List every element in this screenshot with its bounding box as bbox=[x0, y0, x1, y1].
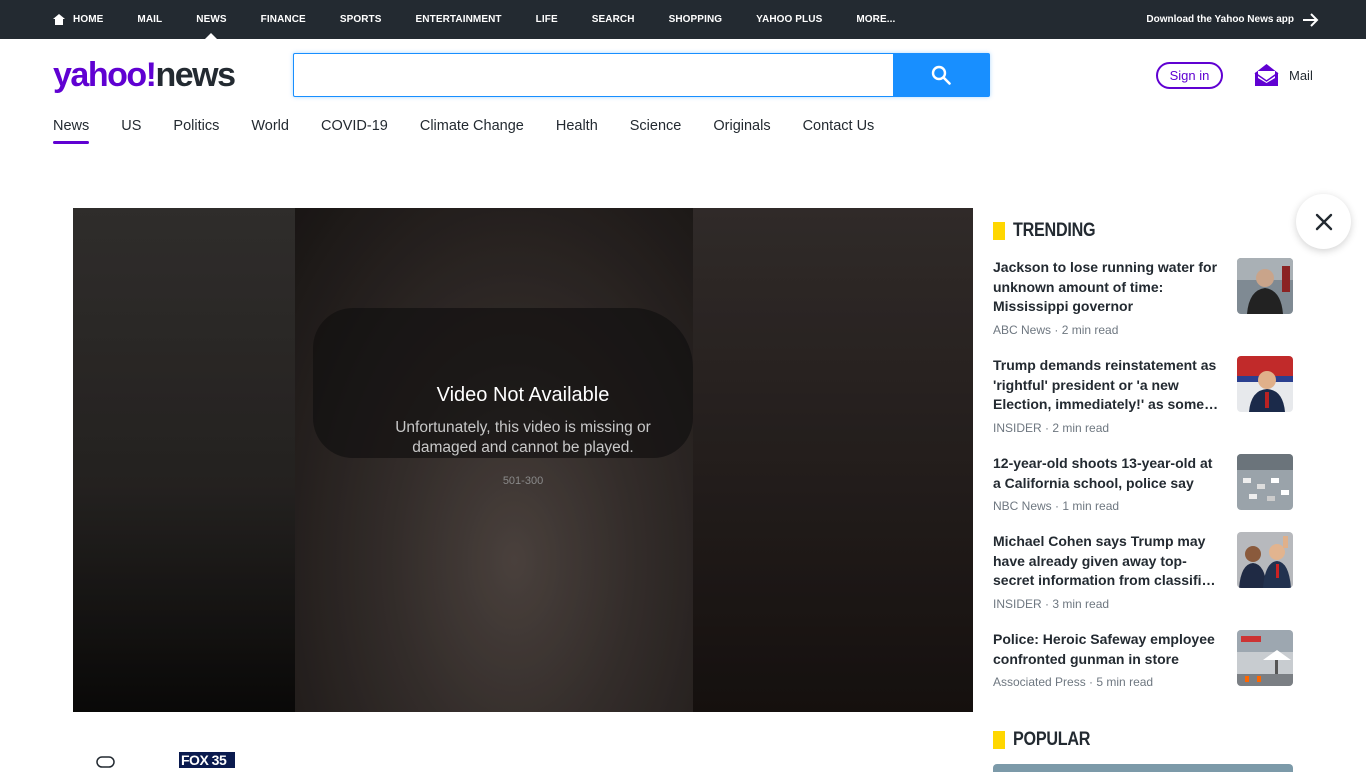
trending-item[interactable]: 12-year-old shoots 13-year-old at a Cali… bbox=[993, 454, 1293, 513]
close-icon bbox=[1315, 213, 1332, 230]
tab-science[interactable]: Science bbox=[630, 118, 682, 144]
search-button[interactable] bbox=[893, 54, 989, 96]
download-app-link[interactable]: Download the Yahoo News app bbox=[1146, 0, 1320, 39]
video-player[interactable]: Video Not Available Unfortunately, this … bbox=[73, 208, 973, 712]
trending-item[interactable]: Police: Heroic Safeway employee confront… bbox=[993, 630, 1293, 689]
logo-yahoo: yahoo! bbox=[53, 56, 157, 94]
trending-item[interactable]: Jackson to lose running water for unknow… bbox=[993, 258, 1293, 337]
trending-source: INSIDER bbox=[993, 420, 1042, 435]
trending-thumbnail bbox=[1237, 630, 1293, 686]
popular-thumbnail[interactable] bbox=[993, 764, 1293, 772]
popular-heading-label: POPULAR bbox=[1013, 729, 1091, 750]
trending-source: ABC News bbox=[993, 322, 1052, 337]
topnav-shopping[interactable]: SHOPPING bbox=[669, 0, 723, 39]
yahoo-news-logo[interactable]: yahoo! news bbox=[53, 56, 236, 94]
topnav-entertainment[interactable]: ENTERTAINMENT bbox=[416, 0, 502, 39]
trending-meta: ABC News · 2 min read bbox=[993, 322, 1119, 337]
trending-thumbnail bbox=[1237, 532, 1293, 588]
mail-link[interactable]: Mail bbox=[1254, 62, 1313, 88]
trending-title: Trump demands reinstatement as 'rightful… bbox=[993, 357, 1217, 412]
search-box bbox=[293, 53, 990, 97]
comment-icon[interactable] bbox=[96, 755, 116, 774]
trending-title: Jackson to lose running water for unknow… bbox=[993, 259, 1218, 314]
sign-in-button[interactable]: Sign in bbox=[1156, 62, 1223, 89]
topnav-mail[interactable]: MAIL bbox=[137, 0, 162, 39]
trending-read-time: 1 min read bbox=[1062, 499, 1120, 513]
trending-meta: INSIDER · 3 min read bbox=[993, 596, 1110, 611]
tab-covid-19[interactable]: COVID-19 bbox=[321, 118, 388, 144]
heading-accent-bar bbox=[993, 222, 1005, 240]
topnav-sports[interactable]: SPORTS bbox=[340, 0, 382, 39]
trending-item[interactable]: Trump demands reinstatement as 'rightful… bbox=[993, 356, 1293, 435]
mail-label: Mail bbox=[1289, 67, 1313, 83]
trending-meta: INSIDER · 2 min read bbox=[993, 420, 1110, 435]
trending-heading-label: TRENDING bbox=[1013, 220, 1096, 241]
trending-title: 12-year-old shoots 13-year-old at a Cali… bbox=[993, 455, 1213, 491]
trending-title: Michael Cohen says Trump may have alread… bbox=[993, 533, 1218, 588]
trending-read-time: 3 min read bbox=[1052, 596, 1110, 611]
topnav-search[interactable]: SEARCH bbox=[592, 0, 635, 39]
video-error-code: 501-300 bbox=[502, 475, 544, 487]
close-button[interactable] bbox=[1296, 194, 1351, 249]
topnav-news[interactable]: NEWS bbox=[196, 0, 227, 39]
trending-item[interactable]: Michael Cohen says Trump may have alread… bbox=[993, 532, 1293, 611]
tab-contact-us[interactable]: Contact Us bbox=[803, 118, 875, 144]
video-error-message: Unfortunately, this video is missing or … bbox=[395, 419, 651, 456]
search-input[interactable] bbox=[294, 54, 894, 96]
trending-read-time: 2 min read bbox=[1061, 322, 1119, 337]
trending-source: INSIDER bbox=[993, 596, 1042, 611]
mail-icon bbox=[1254, 64, 1279, 86]
video-error-title: Video Not Available bbox=[436, 384, 610, 406]
top-nav: HOME MAIL NEWS FINANCE SPORTS ENTERTAINM… bbox=[53, 0, 929, 39]
tab-climate-change[interactable]: Climate Change bbox=[420, 118, 524, 144]
trending-source: NBC News bbox=[993, 499, 1052, 513]
trending-source: Associated Press bbox=[993, 675, 1086, 689]
tab-world[interactable]: World bbox=[251, 118, 289, 144]
tab-us[interactable]: US bbox=[121, 118, 141, 144]
tab-politics[interactable]: Politics bbox=[173, 118, 219, 144]
popular-heading: POPULAR bbox=[993, 729, 1104, 751]
tab-originals[interactable]: Originals bbox=[713, 118, 770, 144]
topnav-finance[interactable]: FINANCE bbox=[261, 0, 306, 39]
topnav-life[interactable]: LIFE bbox=[536, 0, 558, 39]
tab-health[interactable]: Health bbox=[556, 118, 598, 144]
section-nav: News US Politics World COVID-19 Climate … bbox=[53, 118, 906, 144]
logo-news: news bbox=[155, 56, 236, 94]
video-overlay bbox=[73, 208, 973, 712]
topnav-home[interactable]: HOME bbox=[53, 0, 103, 39]
trending-read-time: 2 min read bbox=[1052, 420, 1110, 435]
trending-title: Police: Heroic Safeway employee confront… bbox=[993, 631, 1215, 667]
provider-logo[interactable]: FOX 35 bbox=[179, 752, 235, 768]
topnav-more[interactable]: MORE... bbox=[856, 0, 895, 39]
trending-read-time: 5 min read bbox=[1096, 675, 1154, 689]
search-icon bbox=[931, 65, 951, 85]
trending-thumbnail bbox=[1237, 356, 1293, 412]
trending-heading: TRENDING bbox=[993, 220, 1110, 242]
arrow-right-icon bbox=[1303, 12, 1319, 27]
tab-news[interactable]: News bbox=[53, 118, 90, 144]
topnav-yahoo-plus[interactable]: YAHOO PLUS bbox=[756, 0, 822, 39]
download-app-label: Download the Yahoo News app bbox=[1146, 14, 1294, 25]
top-bar: HOME MAIL NEWS FINANCE SPORTS ENTERTAINM… bbox=[0, 0, 1366, 39]
trending-thumbnail bbox=[1237, 258, 1293, 314]
trending-thumbnail bbox=[1237, 454, 1293, 510]
home-icon bbox=[53, 14, 65, 25]
heading-accent-bar bbox=[993, 731, 1005, 749]
topnav-home-label: HOME bbox=[73, 14, 104, 25]
